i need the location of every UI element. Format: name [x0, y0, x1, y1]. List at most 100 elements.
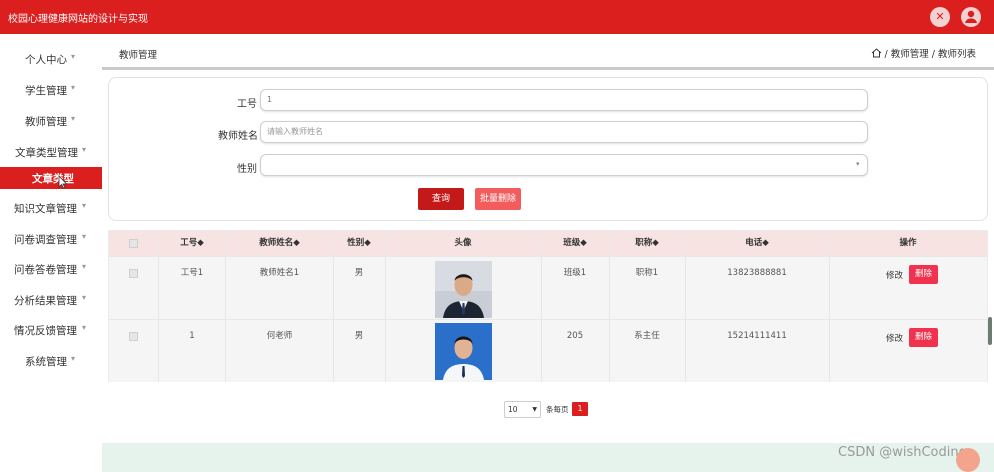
column-divider	[158, 231, 159, 382]
teacher-id-field[interactable]: 1	[260, 89, 868, 111]
cell-class: 班级1	[563, 268, 587, 278]
app-title: 校园心理健康网站的设计与实现	[8, 14, 148, 25]
cell-title: 系主任	[634, 331, 660, 341]
chevron-down-icon: ▾	[82, 145, 87, 154]
page-size-select[interactable]: 10 ▼	[504, 401, 541, 418]
sidebar-item-feedback-management[interactable]: 情况反馈管理 ▾	[0, 318, 102, 342]
chevron-down-icon: ▾	[82, 293, 87, 302]
gender-select[interactable]	[260, 154, 868, 176]
sidebar-item-label: 分析结果管理	[14, 295, 77, 307]
sidebar-item-survey-management[interactable]: 问卷调查管理 ▾	[0, 227, 102, 251]
breadcrumb-trail[interactable]: / 教师管理 / 教师列表	[885, 49, 976, 60]
row-checkbox[interactable]	[129, 332, 138, 341]
home-icon[interactable]	[871, 48, 882, 61]
sidebar-item-article-type-management[interactable]: 文章类型管理 ▾	[0, 140, 102, 164]
top-header-bar: 校园心理健康网站的设计与实现 ✕	[0, 0, 994, 34]
sidebar-item-student-management[interactable]: 学生管理 ▾	[0, 78, 102, 102]
column-divider	[333, 231, 334, 382]
column-header-class[interactable]: 班级◆	[541, 231, 609, 256]
delete-button[interactable]: 删除	[909, 265, 938, 284]
teacher-avatar	[435, 323, 492, 380]
sidebar-item-system-management[interactable]: 系统管理 ▾	[0, 349, 102, 373]
table-header: 工号◆ 教师姓名◆ 性别◆ 头像 班级◆ 职称◆ 电话◆ 操作	[109, 231, 987, 256]
table-row: 1 何老师 男 205 系主任 15214111411 修改 删除	[109, 319, 987, 382]
chevron-down-icon: ▾	[71, 354, 76, 363]
query-button[interactable]: 查询	[418, 188, 464, 210]
cell-id: 工号1	[180, 268, 204, 278]
page-size-value: 10	[508, 405, 518, 414]
cell-name: 何老师	[266, 331, 293, 341]
cell-phone: 13823888881	[727, 268, 787, 278]
sidebar-item-article-type[interactable]: 文章类型	[0, 167, 102, 189]
per-page-label: 条每页	[546, 405, 569, 414]
chevron-down-icon: ▾	[71, 114, 76, 123]
sidebar-item-label: 教师管理	[25, 116, 67, 128]
sidebar-item-label: 问卷调查管理	[14, 234, 77, 246]
sidebar-item-analysis-result-management[interactable]: 分析结果管理 ▾	[0, 288, 102, 312]
chevron-down-icon: ▾	[71, 52, 76, 61]
cell-phone: 15214111411	[727, 331, 787, 341]
scrollbar-thumb[interactable]	[988, 317, 992, 345]
column-header-actions: 操作	[899, 238, 917, 248]
chevron-down-icon: ▼	[532, 406, 537, 413]
column-header-gender[interactable]: 性别◆	[333, 231, 385, 256]
edit-button[interactable]: 修改	[886, 269, 903, 281]
sidebar-item-answer-sheet-management[interactable]: 问卷答卷管理 ▾	[0, 257, 102, 281]
chevron-down-icon: ▾	[82, 201, 87, 210]
chevron-down-icon: ▾	[82, 232, 87, 241]
gender-label: 性别	[237, 164, 257, 175]
teacher-name-field[interactable]: 请输入教师姓名	[260, 121, 868, 143]
column-header-avatar: 头像	[454, 238, 472, 248]
cell-id: 1	[189, 331, 195, 341]
cell-gender: 男	[354, 268, 364, 278]
column-divider	[685, 231, 686, 382]
sidebar-item-label: 知识文章管理	[14, 203, 77, 215]
chevron-down-icon: ▾	[82, 323, 87, 332]
sidebar: 个人中心 ▾ 学生管理 ▾ 教师管理 ▾ 文章类型管理 ▾ 文章类型 知识文章管…	[0, 34, 102, 472]
cell-class: 205	[566, 331, 584, 341]
sidebar-item-teacher-management[interactable]: 教师管理 ▾	[0, 109, 102, 133]
floating-action-icon[interactable]	[956, 448, 980, 472]
column-header-id[interactable]: 工号◆	[159, 231, 225, 256]
sidebar-item-knowledge-article-management[interactable]: 知识文章管理 ▾	[0, 196, 102, 220]
chevron-down-icon: ▾	[71, 83, 76, 92]
column-divider	[385, 231, 386, 382]
teacher-id-label: 工号	[237, 99, 257, 110]
mouse-cursor-icon	[58, 174, 68, 193]
row-checkbox[interactable]	[129, 269, 138, 278]
chevron-down-icon: ▾	[82, 262, 87, 271]
sidebar-item-label: 文章类型管理	[15, 147, 78, 159]
sidebar-item-label: 问卷答卷管理	[14, 264, 77, 276]
sidebar-item-label: 情况反馈管理	[14, 325, 77, 337]
page-number-button[interactable]: 1	[572, 402, 588, 416]
page-title: 教师管理	[119, 50, 158, 61]
column-divider	[829, 231, 830, 382]
column-divider	[609, 231, 610, 382]
sidebar-item-label: 个人中心	[25, 54, 67, 66]
sidebar-item-label: 系统管理	[25, 356, 67, 368]
cell-gender: 男	[354, 331, 364, 341]
sidebar-item-label: 学生管理	[25, 85, 67, 97]
column-divider	[541, 231, 542, 382]
user-icon[interactable]	[961, 7, 981, 27]
watermark: CSDN @wishCoding	[838, 445, 967, 460]
select-all-checkbox[interactable]	[129, 239, 138, 248]
teacher-table: 工号◆ 教师姓名◆ 性别◆ 头像 班级◆ 职称◆ 电话◆ 操作 工号1 教师姓名…	[108, 230, 988, 382]
cell-name: 教师姓名1	[259, 268, 300, 278]
batch-delete-button[interactable]: 批量删除	[475, 188, 521, 210]
table-row: 工号1 教师姓名1 男 班级1 职称1 13823888881 修改 删除	[109, 256, 987, 319]
close-icon[interactable]: ✕	[930, 7, 950, 27]
breadcrumb: 教师管理 / 教师管理 / 教师列表	[102, 34, 994, 70]
cell-title: 职称1	[635, 268, 659, 278]
teacher-name-label: 教师姓名	[218, 131, 258, 142]
edit-button[interactable]: 修改	[886, 332, 903, 344]
column-header-title[interactable]: 职称◆	[609, 231, 685, 256]
delete-button[interactable]: 删除	[909, 328, 938, 347]
column-divider	[225, 231, 226, 382]
sidebar-item-personal-center[interactable]: 个人中心 ▾	[0, 47, 102, 71]
column-header-phone[interactable]: 电话◆	[685, 231, 829, 256]
teacher-avatar	[435, 261, 492, 318]
chevron-down-icon: ▾	[856, 160, 860, 168]
column-header-name[interactable]: 教师姓名◆	[226, 231, 333, 256]
breadcrumb-path: / 教师管理 / 教师列表	[871, 46, 976, 61]
